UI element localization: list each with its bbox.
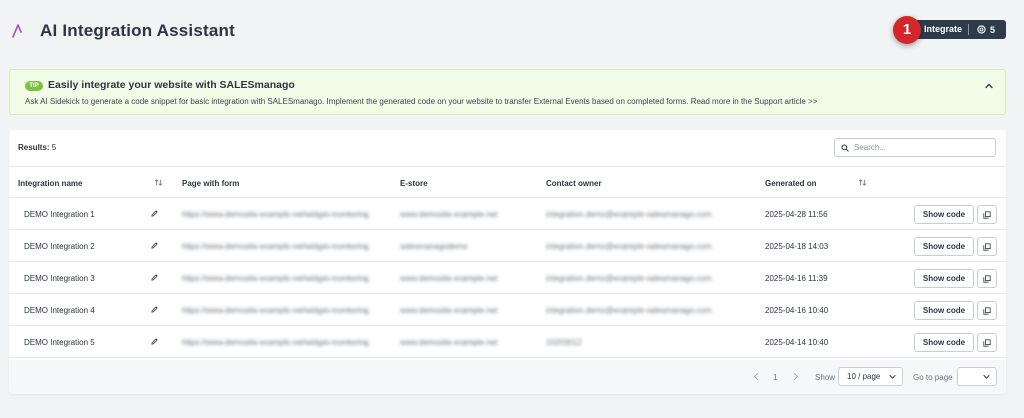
chevron-left-icon[interactable]: [752, 372, 760, 381]
e-store: www.demosite.example.net: [400, 306, 498, 315]
generated-on: 2025-04-28 11:56: [765, 210, 828, 219]
credits-icon: [977, 25, 986, 34]
e-store: salesmanagodemo: [400, 242, 468, 251]
step-badge: 1: [893, 16, 921, 44]
copy-icon: [983, 210, 991, 219]
column-header-generated-on: Generated on: [765, 179, 817, 188]
copy-button[interactable]: [977, 269, 997, 288]
pencil-icon[interactable]: [150, 337, 159, 346]
show-label: Show: [815, 373, 836, 382]
table-row: DEMO Integration 1 https://www.demosite.…: [9, 198, 1006, 230]
contact-owner: 10203012: [546, 338, 582, 347]
chevron-up-icon[interactable]: [984, 81, 994, 91]
column-header-integration-name: Integration name: [18, 179, 83, 188]
generated-on: 2025-04-16 11:39: [765, 274, 828, 283]
contact-owner: integration.demo@example-salesmanago.com: [546, 210, 712, 219]
page-title: AI Integration Assistant: [40, 21, 235, 40]
page-with-form: https://www.demosite.example.net/widget-…: [182, 274, 369, 283]
e-store: www.demosite.example.net: [400, 338, 498, 347]
copy-button[interactable]: [977, 301, 997, 320]
copy-icon: [983, 338, 991, 347]
table-row: DEMO Integration 5 https://www.demosite.…: [9, 326, 1006, 358]
page-number[interactable]: 1: [773, 373, 777, 382]
search-input[interactable]: [854, 143, 994, 152]
table-header: Integration name Page with form E-store …: [9, 166, 1006, 198]
page-with-form: https://www.demosite.example.net/widget-…: [182, 306, 369, 315]
chevron-right-icon[interactable]: [792, 372, 800, 381]
ai-logo-icon: [12, 24, 27, 38]
column-header-contact-owner: Contact owner: [546, 179, 602, 188]
contact-owner: integration.demo@example-salesmanago.com: [546, 306, 712, 315]
sort-icon[interactable]: [154, 178, 163, 187]
sort-icon[interactable]: [858, 178, 867, 187]
table-row: DEMO Integration 2 https://www.demosite.…: [9, 230, 1006, 262]
show-code-button[interactable]: Show code: [914, 301, 974, 320]
pencil-icon[interactable]: [150, 273, 159, 282]
chevron-down-icon: [983, 375, 990, 379]
copy-icon: [983, 306, 991, 315]
tip-title: Easily integrate your website with SALES…: [48, 79, 295, 91]
search-box: [834, 138, 996, 157]
show-code-button[interactable]: Show code: [914, 269, 974, 288]
copy-button[interactable]: [977, 205, 997, 224]
results-number: 5: [51, 143, 57, 152]
page-with-form: https://www.demosite.example.net/widget-…: [182, 242, 369, 251]
show-code-button[interactable]: Show code: [914, 333, 974, 352]
pencil-icon[interactable]: [150, 241, 159, 250]
copy-button[interactable]: [977, 333, 997, 352]
pencil-icon[interactable]: [150, 209, 159, 218]
show-code-button[interactable]: Show code: [914, 205, 974, 224]
integration-name: DEMO Integration 3: [24, 274, 95, 283]
tip-banner: TIP Easily integrate your website with S…: [9, 69, 1006, 115]
page-with-form: https://www.demosite.example.net/widget-…: [182, 338, 369, 347]
integration-name: DEMO Integration 2: [24, 242, 95, 251]
page-size-select[interactable]: 10 / page: [838, 367, 903, 386]
tip-text: Ask AI Sidekick to generate a code snipp…: [25, 97, 818, 106]
page-size-value: 10 / page: [847, 372, 881, 381]
copy-button[interactable]: [977, 237, 997, 256]
column-header-e-store: E-store: [400, 179, 428, 188]
copy-icon: [983, 242, 991, 251]
e-store: www.demosite.example.net: [400, 210, 498, 219]
generated-on: 2025-04-14 10:40: [765, 338, 829, 347]
contact-owner: integration.demo@example-salesmanago.com: [546, 242, 712, 251]
tip-badge: TIP: [25, 81, 43, 91]
results-label: Results:: [18, 143, 50, 152]
credits-count: 5: [990, 24, 996, 35]
generated-on: 2025-04-16 10:40: [765, 306, 829, 315]
integration-name: DEMO Integration 1: [24, 210, 95, 219]
copy-icon: [983, 274, 991, 283]
go-to-page-label: Go to page: [913, 373, 953, 382]
table-row: DEMO Integration 4 https://www.demosite.…: [9, 294, 1006, 326]
generated-on: 2025-04-18 14:03: [765, 242, 829, 251]
show-code-button[interactable]: Show code: [914, 237, 974, 256]
go-to-page-select[interactable]: [957, 367, 997, 386]
integrations-card: Results: 5 Integration name Page with fo…: [9, 130, 1006, 394]
integration-name: DEMO Integration 5: [24, 338, 95, 347]
chevron-down-icon: [889, 375, 896, 379]
credits-counter: 5: [969, 25, 995, 35]
table-row: DEMO Integration 3 https://www.demosite.…: [9, 262, 1006, 294]
column-header-page-with-form: Page with form: [182, 179, 240, 188]
results-count: Results: 5: [18, 143, 56, 152]
page-header: AI Integration Assistant 1 Integrate 5: [0, 0, 1024, 62]
integration-name: DEMO Integration 4: [24, 306, 95, 315]
pagination-bar: 1 Show 10 / page Go to page: [9, 360, 1006, 394]
contact-owner: integration.demo@example-salesmanago.com: [546, 274, 712, 283]
search-icon: [841, 143, 849, 152]
pencil-icon[interactable]: [150, 305, 159, 314]
integrate-toolbar: Integrate 5: [910, 20, 1006, 39]
e-store: www.demosite.example.net: [400, 274, 498, 283]
page-with-form: https://www.demosite.example.net/widget-…: [182, 210, 369, 219]
